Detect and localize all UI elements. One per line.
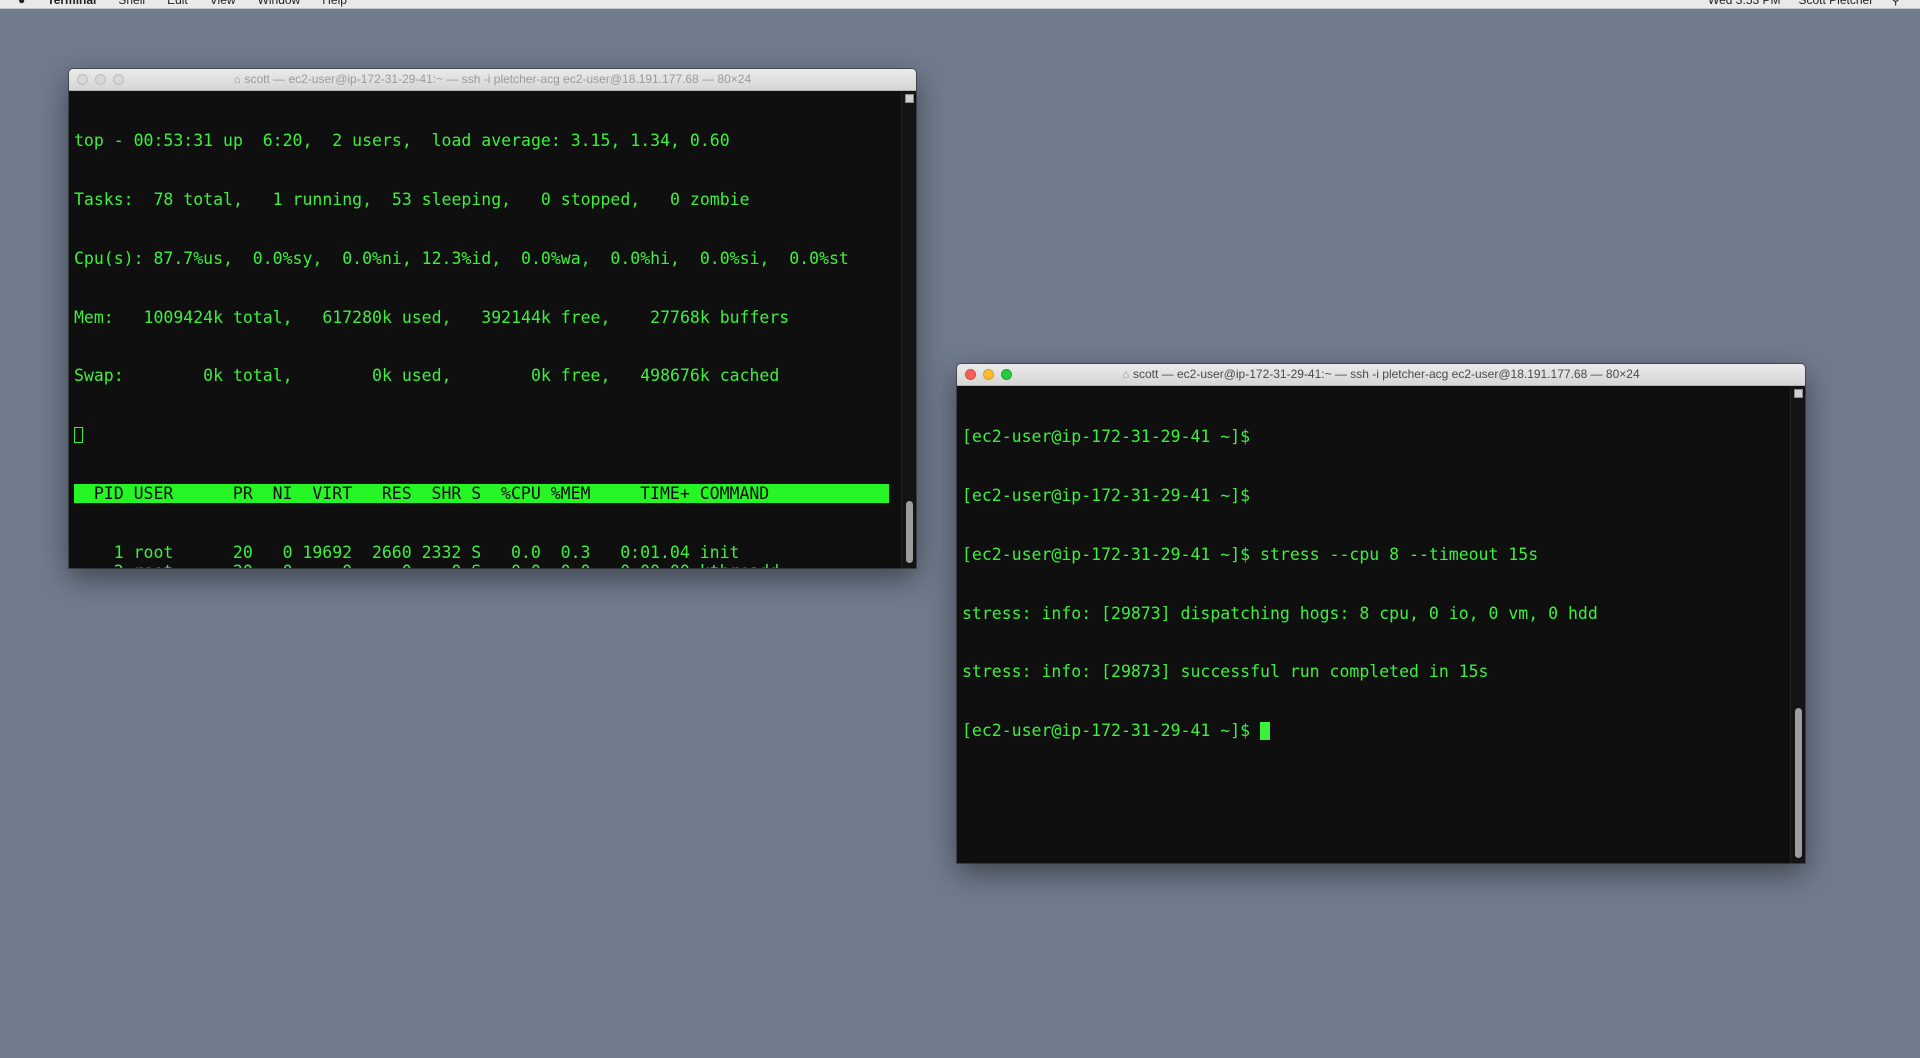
scroll-split-button[interactable] [905, 94, 914, 103]
cell-pr: 20 [232, 542, 253, 562]
column-header-virt: VIRT [312, 483, 353, 503]
apple-menu-icon[interactable]: ● [18, 0, 25, 8]
terminal-line: [ec2-user@ip-172-31-29-41 ~]$ stress --c… [962, 544, 1539, 564]
table-row: 1 root 20 0 19692 2660 2332 S 0.0 0.3 0:01.04 init [74, 543, 889, 563]
menu-window[interactable]: Window [258, 0, 301, 8]
column-header-pid: PID [93, 483, 124, 503]
cell-time: 0:00.00 [590, 562, 690, 568]
cell-virt: 0 [293, 562, 352, 568]
menubar-clock[interactable]: Wed 3:53 PM [1708, 0, 1780, 8]
terminal-window-stress[interactable]: ⌂ scott — ec2-user@ip-172-31-29-41:~ — ss… [957, 364, 1805, 863]
cell-command: init [699, 542, 740, 562]
spotlight-search-icon[interactable]: ⚲ [1891, 0, 1900, 8]
prompt-text: [ec2-user@ip-172-31-29-41 ~]$ [962, 721, 1261, 741]
cell-time: 0:01.04 [620, 542, 690, 562]
column-header-user: USER [133, 483, 174, 503]
cell-user: root [133, 542, 174, 562]
window-title: ⌂ scott — ec2-user@ip-172-31-29-41:~ — ss… [957, 364, 1805, 385]
top-summary-line: Tasks: 78 total, 1 running, 53 sleeping,… [74, 189, 750, 209]
menu-help[interactable]: Help [322, 0, 347, 8]
cell-mem: 0.3 [560, 542, 591, 562]
terminal-content[interactable]: [ec2-user@ip-172-31-29-41 ~]$ [ec2-user@… [962, 388, 1598, 780]
terminal-line: stress: info: [29873] dispatching hogs: … [962, 603, 1598, 623]
column-header-shr: SHR [431, 483, 462, 503]
menubar-user[interactable]: Scott Pletcher [1799, 0, 1874, 8]
terminal-content[interactable]: top - 00:53:31 up 6:20, 2 users, load av… [74, 92, 889, 568]
cell-s: S [461, 562, 481, 568]
scrollbar[interactable] [1790, 386, 1805, 863]
top-summary-line: Cpu(s): 87.7%us, 0.0%sy, 0.0%ni, 12.3%id… [74, 248, 849, 268]
process-table-header: PID USER PR NI VIRT RES SHR S %CPU %MEM TIME+ COMMA… [74, 483, 889, 504]
column-header-pr: PR [232, 483, 253, 503]
table-row: 2root200000S0.00.00:00.00kthreadd [74, 562, 889, 568]
window-title-text: scott — ec2-user@ip-172-31-29-41:~ — ssh… [1133, 367, 1640, 381]
terminal-cursor [74, 427, 83, 444]
scroll-split-button[interactable] [1794, 389, 1803, 398]
column-header-command: COMMAND [699, 483, 770, 503]
cell-command: kthreadd [700, 562, 779, 568]
cell-res: 0 [352, 562, 412, 568]
cell-ni: 0 [253, 562, 293, 568]
terminal-line: [ec2-user@ip-172-31-29-41 ~]$ [962, 485, 1251, 505]
terminal-line: [ec2-user@ip-172-31-29-41 ~]$ [962, 427, 1251, 447]
scroll-thumb[interactable] [1795, 708, 1802, 858]
cell-user: root [134, 562, 223, 568]
input-line[interactable] [74, 425, 889, 445]
cell-shr: 2332 [421, 542, 462, 562]
column-header-mem: %MEM [550, 483, 591, 503]
titlebar[interactable]: ⌂ scott — ec2-user@ip-172-31-29-41:~ — ss… [69, 69, 916, 91]
menu-app-terminal[interactable]: Terminal [47, 0, 96, 8]
window-title-text: scott — ec2-user@ip-172-31-29-41:~ — ssh… [244, 72, 752, 86]
top-summary-line: Mem: 1009424k total, 617280k used, 39214… [74, 307, 790, 327]
process-table: 1root2001969226602332S0.00.30:01.04init2… [74, 543, 889, 568]
top-summary-line: top - 00:53:31 up 6:20, 2 users, load av… [74, 131, 730, 151]
cell-pr: 20 [223, 562, 253, 568]
column-header-s: S [471, 483, 482, 503]
cell-cpu: 0.0 [510, 542, 541, 562]
scroll-thumb[interactable] [906, 501, 913, 563]
scrollbar[interactable] [901, 91, 916, 568]
cell-s: S [471, 542, 482, 562]
menu-view[interactable]: View [210, 0, 236, 8]
cell-pid: 2 [74, 562, 124, 568]
column-header-time: TIME+ [640, 483, 690, 503]
column-header-ni: NI [272, 483, 293, 503]
window-title: ⌂ scott — ec2-user@ip-172-31-29-41:~ — ss… [69, 69, 916, 90]
terminal-window-top[interactable]: ⌂ scott — ec2-user@ip-172-31-29-41:~ — ss… [69, 69, 916, 568]
menu-shell[interactable]: Shell [118, 0, 145, 8]
cell-res: 2660 [371, 542, 412, 562]
cell-pid: 1 [113, 542, 124, 562]
column-header-cpu: %CPU [501, 483, 541, 503]
home-folder-icon: ⌂ [233, 74, 241, 86]
cell-virt: 19692 [302, 542, 353, 562]
prompt-line[interactable]: [ec2-user@ip-172-31-29-41 ~]$ [962, 721, 1598, 741]
column-header-res: RES [381, 483, 412, 503]
cell-mem: 0.0 [541, 562, 591, 568]
titlebar[interactable]: ⌂ scott — ec2-user@ip-172-31-29-41:~ — ss… [957, 364, 1805, 386]
terminal-cursor [1260, 722, 1271, 741]
cell-ni: 0 [282, 542, 293, 562]
home-folder-icon: ⌂ [1122, 369, 1129, 381]
cell-cpu: 0.0 [481, 562, 541, 568]
cell-shr: 0 [412, 562, 461, 568]
top-summary-line: Swap: 0k total, 0k used, 0k free, 498676… [74, 366, 780, 386]
terminal-line: stress: info: [29873] successful run com… [962, 662, 1489, 682]
menu-edit[interactable]: Edit [167, 0, 188, 8]
menu-bar: ● Terminal Shell Edit View Window Help W… [0, 0, 1920, 8]
